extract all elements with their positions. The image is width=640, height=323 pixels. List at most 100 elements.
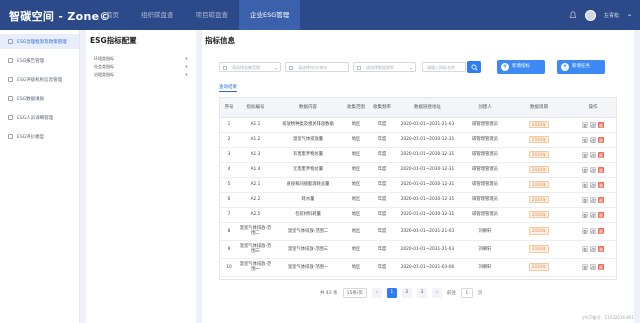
expand-icon[interactable]: + (185, 72, 188, 77)
cell-link: 2020-01-01~2030-12-31 (395, 147, 460, 163)
cell-cycle: 2020年 (510, 258, 568, 277)
nav-tab-esg[interactable]: 企业ESG管理 (239, 0, 301, 30)
cycle-badge: 2020年 (528, 120, 550, 129)
edit-icon[interactable]: 改 (590, 181, 596, 188)
prev-page-button[interactable]: ‹ (371, 288, 382, 298)
cell-no: 8 (220, 222, 238, 241)
nav-tab-home[interactable]: 首页 (95, 0, 130, 30)
delete-icon[interactable]: 删 (598, 121, 604, 128)
cell-creator: 碳管理管理员 (460, 192, 510, 208)
frequency-select[interactable]: 请选择数据频率 ▾ (353, 62, 416, 72)
tree-item-governance[interactable]: 治理类指标 + (94, 71, 188, 78)
cell-actions: 查改删 (568, 258, 616, 277)
sidebar-item-esg-model[interactable]: ESG评价模型 (0, 129, 79, 144)
scope-select[interactable]: 请选择收集范围 ▾ (219, 62, 281, 72)
cycle-badge: 2020年 (528, 180, 550, 189)
sidebar-item-esg-data[interactable]: ESG数据填报 (0, 91, 79, 106)
cell-creator: 碳管理管理员 (460, 207, 510, 223)
edit-icon[interactable]: 改 (590, 151, 596, 158)
edit-icon[interactable]: 改 (590, 264, 596, 270)
view-icon[interactable]: 查 (582, 166, 588, 173)
delete-icon[interactable]: 删 (598, 151, 604, 158)
delete-icon[interactable]: 删 (598, 181, 604, 188)
expand-icon[interactable]: + (185, 64, 188, 69)
indicator-table: 序号 指标编号 数据内容 收集范围 收集频率 数据链接地址 创建人 数据周期 操… (219, 97, 617, 280)
view-icon[interactable]: 查 (582, 264, 588, 270)
view-icon[interactable]: 查 (582, 151, 588, 158)
view-icon[interactable]: 查 (582, 121, 588, 128)
tab-query-results[interactable]: 查询结果 (219, 84, 237, 92)
tree-item-social[interactable]: 社会类指标 + (94, 63, 188, 70)
nav-tab-project-carbon[interactable]: 项目碳盘查 (185, 0, 240, 30)
edit-icon[interactable]: 改 (590, 246, 596, 252)
delete-icon[interactable]: 删 (598, 196, 604, 203)
date-select[interactable]: 请选择年份/地址 (285, 62, 349, 72)
edit-icon[interactable]: 改 (590, 166, 596, 173)
plus-icon: + (561, 63, 569, 71)
cell-freq: 年度 (369, 132, 395, 148)
delete-icon[interactable]: 删 (598, 228, 604, 234)
delete-icon[interactable]: 删 (598, 211, 604, 218)
view-icon[interactable]: 查 (582, 211, 588, 218)
add-task-button[interactable]: + 新增任务 (557, 60, 605, 74)
cell-content: 有害废弃物总量 (273, 147, 343, 163)
cell-scope: 地区 (343, 240, 369, 259)
delete-icon[interactable]: 删 (598, 264, 604, 270)
cell-scope: 地区 (343, 207, 369, 223)
goto-page-input[interactable]: 1 (460, 288, 473, 298)
user-name[interactable]: 左青松 (604, 12, 619, 19)
calendar-icon (289, 65, 293, 70)
chevron-down-icon: ▾ (274, 66, 277, 71)
cell-no: 6 (220, 192, 238, 208)
edit-icon[interactable]: 改 (590, 121, 596, 128)
cell-freq: 年度 (369, 222, 395, 241)
cell-link: 2020-01-01~2030-12-31 (395, 192, 460, 208)
indicator-search-input[interactable]: 请输入指标名称 (422, 62, 466, 72)
delete-icon[interactable]: 删 (598, 246, 604, 252)
search-button[interactable] (467, 61, 481, 73)
view-icon[interactable]: 查 (582, 181, 588, 188)
sidebar-item-esg-report[interactable]: ESG报告管理 (0, 53, 79, 68)
nav-tab-org-carbon[interactable]: 组织碳盘查 (130, 0, 185, 30)
sidebar-item-esg-rating[interactable]: ESG评级机构信息管理 (0, 72, 79, 87)
page-button-3[interactable]: 3 (416, 288, 427, 298)
edit-icon[interactable]: 改 (590, 211, 596, 218)
avatar[interactable] (584, 9, 596, 21)
expand-icon[interactable]: + (185, 56, 188, 61)
sidebar-item-label: ESG评级机构信息管理 (17, 77, 63, 83)
col-header-cycle: 数据周期 (510, 98, 568, 118)
delete-icon[interactable]: 删 (598, 166, 604, 173)
view-icon[interactable]: 查 (582, 228, 588, 234)
edit-icon[interactable]: 改 (590, 228, 596, 234)
edit-icon[interactable]: 改 (590, 196, 596, 203)
cell-creator: 碳管理管理员 (460, 162, 510, 178)
table-row: 5 A2.1 直接和间接能源耗总量 地区 年度 2020-01-01~2030-12-31… (220, 177, 616, 193)
page-title: 指标信息 (205, 36, 235, 45)
cell-creator: 碳管理管理员 (460, 132, 510, 148)
view-icon[interactable]: 查 (582, 136, 588, 143)
col-header-code: 指标编号 (238, 98, 273, 118)
add-indicator-button[interactable]: + 新增指标 (497, 60, 545, 74)
bell-icon[interactable] (569, 11, 577, 19)
cell-cycle: 2020年 (510, 162, 568, 178)
chevron-down-icon[interactable] (627, 13, 632, 18)
next-page-button[interactable]: › (431, 288, 442, 298)
page-size-select[interactable]: 15条/页 (342, 288, 367, 298)
view-icon[interactable]: 查 (582, 196, 588, 203)
page-button-1[interactable]: 1 (386, 288, 397, 298)
tree-item-environment[interactable]: 环境类指标 + (94, 55, 188, 62)
page-button-2[interactable]: 2 (401, 288, 412, 298)
sidebar-item-label: ESG评价模型 (17, 134, 45, 140)
cell-code: A2.2 (238, 192, 273, 208)
cell-no: 5 (220, 177, 238, 193)
sidebar-item-esg-policy[interactable]: ESG治理框架及政策管理 (0, 34, 79, 49)
sidebar-item-esg-people[interactable]: ESG人员详细管理 (0, 110, 79, 125)
total-count: 共 43 条 (320, 291, 338, 296)
delete-icon[interactable]: 删 (598, 136, 604, 143)
col-header-content: 数据内容 (273, 98, 343, 118)
cell-code: A1.4 (238, 162, 273, 178)
view-icon[interactable]: 查 (582, 246, 588, 252)
edit-icon[interactable]: 改 (590, 136, 596, 143)
cell-content: 排放物种类及相关排放数据 (273, 117, 343, 133)
table-row: 4 A1.4 无害废弃物总量 地区 年度 2020-01-01~2030-12-31 碳管理… (220, 162, 616, 178)
